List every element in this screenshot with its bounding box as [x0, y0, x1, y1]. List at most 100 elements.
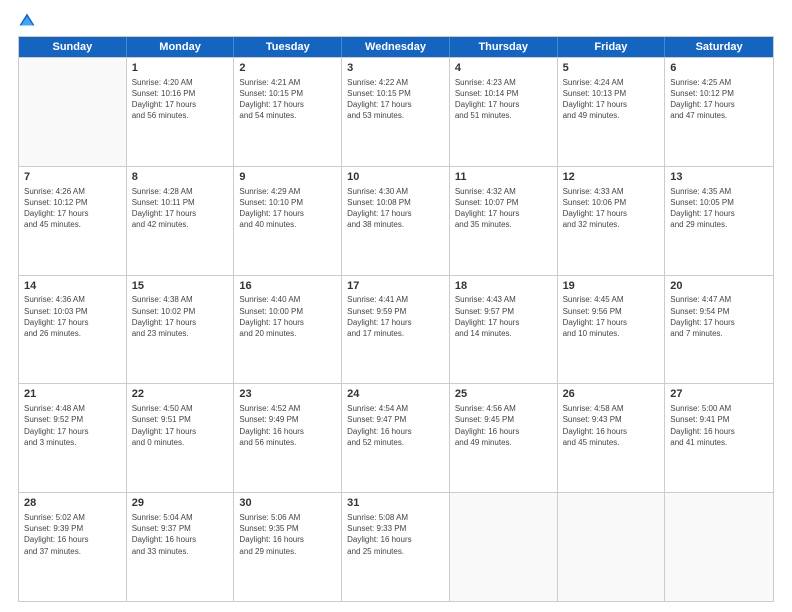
day-info: Sunrise: 4:52 AM Sunset: 9:49 PM Dayligh… — [239, 403, 336, 448]
calendar-header: SundayMondayTuesdayWednesdayThursdayFrid… — [19, 37, 773, 57]
day-info: Sunrise: 4:32 AM Sunset: 10:07 PM Daylig… — [455, 186, 552, 231]
day-number: 9 — [239, 170, 336, 185]
day-info: Sunrise: 4:35 AM Sunset: 10:05 PM Daylig… — [670, 186, 768, 231]
calendar-cell: 4Sunrise: 4:23 AM Sunset: 10:14 PM Dayli… — [450, 58, 558, 166]
calendar-cell: 22Sunrise: 4:50 AM Sunset: 9:51 PM Dayli… — [127, 384, 235, 492]
day-info: Sunrise: 4:47 AM Sunset: 9:54 PM Dayligh… — [670, 294, 768, 339]
logo-icon — [18, 12, 36, 30]
day-info: Sunrise: 4:26 AM Sunset: 10:12 PM Daylig… — [24, 186, 121, 231]
day-info: Sunrise: 4:25 AM Sunset: 10:12 PM Daylig… — [670, 77, 768, 122]
day-info: Sunrise: 4:30 AM Sunset: 10:08 PM Daylig… — [347, 186, 444, 231]
calendar-row: 14Sunrise: 4:36 AM Sunset: 10:03 PM Dayl… — [19, 275, 773, 384]
day-number: 31 — [347, 496, 444, 511]
calendar-cell — [450, 493, 558, 601]
day-info: Sunrise: 4:40 AM Sunset: 10:00 PM Daylig… — [239, 294, 336, 339]
day-number: 8 — [132, 170, 229, 185]
day-info: Sunrise: 4:23 AM Sunset: 10:14 PM Daylig… — [455, 77, 552, 122]
calendar-cell: 13Sunrise: 4:35 AM Sunset: 10:05 PM Dayl… — [665, 167, 773, 275]
day-number: 4 — [455, 61, 552, 76]
calendar-cell: 16Sunrise: 4:40 AM Sunset: 10:00 PM Dayl… — [234, 276, 342, 384]
day-number: 22 — [132, 387, 229, 402]
day-info: Sunrise: 4:48 AM Sunset: 9:52 PM Dayligh… — [24, 403, 121, 448]
calendar-cell: 17Sunrise: 4:41 AM Sunset: 9:59 PM Dayli… — [342, 276, 450, 384]
calendar-cell: 11Sunrise: 4:32 AM Sunset: 10:07 PM Dayl… — [450, 167, 558, 275]
day-number: 21 — [24, 387, 121, 402]
day-number: 16 — [239, 279, 336, 294]
day-info: Sunrise: 5:06 AM Sunset: 9:35 PM Dayligh… — [239, 512, 336, 557]
logo — [18, 12, 40, 30]
calendar-cell: 9Sunrise: 4:29 AM Sunset: 10:10 PM Dayli… — [234, 167, 342, 275]
calendar-row: 21Sunrise: 4:48 AM Sunset: 9:52 PM Dayli… — [19, 383, 773, 492]
calendar-row: 7Sunrise: 4:26 AM Sunset: 10:12 PM Dayli… — [19, 166, 773, 275]
weekday-header: Wednesday — [342, 37, 450, 57]
calendar-cell: 23Sunrise: 4:52 AM Sunset: 9:49 PM Dayli… — [234, 384, 342, 492]
calendar-cell: 14Sunrise: 4:36 AM Sunset: 10:03 PM Dayl… — [19, 276, 127, 384]
day-info: Sunrise: 4:50 AM Sunset: 9:51 PM Dayligh… — [132, 403, 229, 448]
header — [18, 12, 774, 30]
calendar-cell: 29Sunrise: 5:04 AM Sunset: 9:37 PM Dayli… — [127, 493, 235, 601]
calendar-cell — [19, 58, 127, 166]
day-info: Sunrise: 5:08 AM Sunset: 9:33 PM Dayligh… — [347, 512, 444, 557]
calendar-cell: 12Sunrise: 4:33 AM Sunset: 10:06 PM Dayl… — [558, 167, 666, 275]
calendar-cell: 27Sunrise: 5:00 AM Sunset: 9:41 PM Dayli… — [665, 384, 773, 492]
day-number: 6 — [670, 61, 768, 76]
day-info: Sunrise: 4:41 AM Sunset: 9:59 PM Dayligh… — [347, 294, 444, 339]
day-info: Sunrise: 4:38 AM Sunset: 10:02 PM Daylig… — [132, 294, 229, 339]
calendar-cell: 2Sunrise: 4:21 AM Sunset: 10:15 PM Dayli… — [234, 58, 342, 166]
day-number: 23 — [239, 387, 336, 402]
calendar: SundayMondayTuesdayWednesdayThursdayFrid… — [18, 36, 774, 602]
calendar-cell: 7Sunrise: 4:26 AM Sunset: 10:12 PM Dayli… — [19, 167, 127, 275]
day-number: 12 — [563, 170, 660, 185]
calendar-cell: 19Sunrise: 4:45 AM Sunset: 9:56 PM Dayli… — [558, 276, 666, 384]
calendar-row: 28Sunrise: 5:02 AM Sunset: 9:39 PM Dayli… — [19, 492, 773, 601]
day-number: 28 — [24, 496, 121, 511]
calendar-cell: 25Sunrise: 4:56 AM Sunset: 9:45 PM Dayli… — [450, 384, 558, 492]
calendar-body: 1Sunrise: 4:20 AM Sunset: 10:16 PM Dayli… — [19, 57, 773, 601]
calendar-cell — [558, 493, 666, 601]
day-info: Sunrise: 4:58 AM Sunset: 9:43 PM Dayligh… — [563, 403, 660, 448]
day-info: Sunrise: 4:54 AM Sunset: 9:47 PM Dayligh… — [347, 403, 444, 448]
day-number: 2 — [239, 61, 336, 76]
day-info: Sunrise: 5:00 AM Sunset: 9:41 PM Dayligh… — [670, 403, 768, 448]
day-number: 1 — [132, 61, 229, 76]
calendar-cell: 10Sunrise: 4:30 AM Sunset: 10:08 PM Dayl… — [342, 167, 450, 275]
day-info: Sunrise: 4:36 AM Sunset: 10:03 PM Daylig… — [24, 294, 121, 339]
day-number: 10 — [347, 170, 444, 185]
day-number: 5 — [563, 61, 660, 76]
day-info: Sunrise: 4:56 AM Sunset: 9:45 PM Dayligh… — [455, 403, 552, 448]
day-info: Sunrise: 4:21 AM Sunset: 10:15 PM Daylig… — [239, 77, 336, 122]
day-info: Sunrise: 4:20 AM Sunset: 10:16 PM Daylig… — [132, 77, 229, 122]
day-number: 27 — [670, 387, 768, 402]
day-number: 19 — [563, 279, 660, 294]
weekday-header: Friday — [558, 37, 666, 57]
day-number: 29 — [132, 496, 229, 511]
weekday-header: Tuesday — [234, 37, 342, 57]
calendar-cell: 20Sunrise: 4:47 AM Sunset: 9:54 PM Dayli… — [665, 276, 773, 384]
calendar-cell: 30Sunrise: 5:06 AM Sunset: 9:35 PM Dayli… — [234, 493, 342, 601]
day-number: 20 — [670, 279, 768, 294]
day-number: 18 — [455, 279, 552, 294]
day-info: Sunrise: 4:43 AM Sunset: 9:57 PM Dayligh… — [455, 294, 552, 339]
weekday-header: Saturday — [665, 37, 773, 57]
calendar-cell: 18Sunrise: 4:43 AM Sunset: 9:57 PM Dayli… — [450, 276, 558, 384]
calendar-cell: 21Sunrise: 4:48 AM Sunset: 9:52 PM Dayli… — [19, 384, 127, 492]
calendar-cell — [665, 493, 773, 601]
day-number: 11 — [455, 170, 552, 185]
day-info: Sunrise: 5:04 AM Sunset: 9:37 PM Dayligh… — [132, 512, 229, 557]
calendar-cell: 31Sunrise: 5:08 AM Sunset: 9:33 PM Dayli… — [342, 493, 450, 601]
day-info: Sunrise: 5:02 AM Sunset: 9:39 PM Dayligh… — [24, 512, 121, 557]
day-number: 24 — [347, 387, 444, 402]
weekday-header: Monday — [127, 37, 235, 57]
calendar-cell: 8Sunrise: 4:28 AM Sunset: 10:11 PM Dayli… — [127, 167, 235, 275]
calendar-cell: 5Sunrise: 4:24 AM Sunset: 10:13 PM Dayli… — [558, 58, 666, 166]
calendar-cell: 15Sunrise: 4:38 AM Sunset: 10:02 PM Dayl… — [127, 276, 235, 384]
day-number: 30 — [239, 496, 336, 511]
day-info: Sunrise: 4:28 AM Sunset: 10:11 PM Daylig… — [132, 186, 229, 231]
weekday-header: Thursday — [450, 37, 558, 57]
calendar-cell: 6Sunrise: 4:25 AM Sunset: 10:12 PM Dayli… — [665, 58, 773, 166]
page: SundayMondayTuesdayWednesdayThursdayFrid… — [0, 0, 792, 612]
day-info: Sunrise: 4:24 AM Sunset: 10:13 PM Daylig… — [563, 77, 660, 122]
calendar-cell: 24Sunrise: 4:54 AM Sunset: 9:47 PM Dayli… — [342, 384, 450, 492]
calendar-row: 1Sunrise: 4:20 AM Sunset: 10:16 PM Dayli… — [19, 57, 773, 166]
day-number: 13 — [670, 170, 768, 185]
